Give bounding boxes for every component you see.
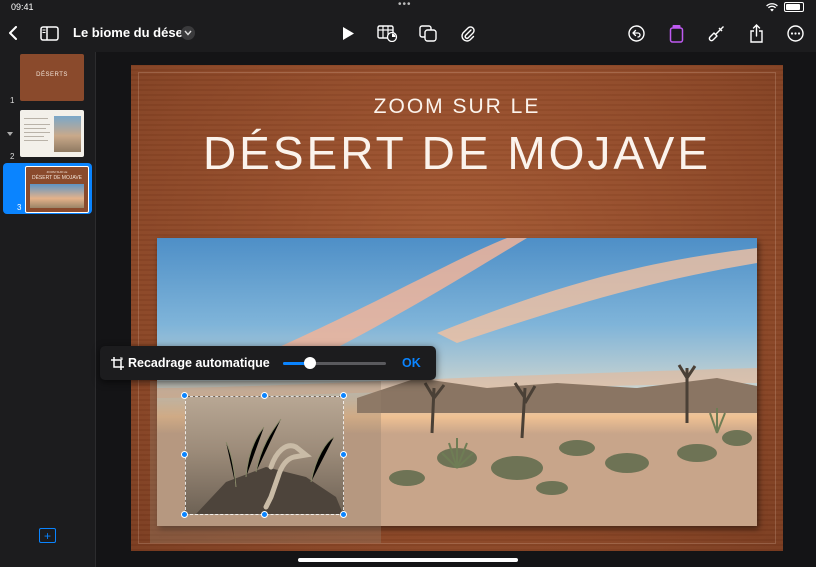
play-button[interactable] (338, 14, 358, 52)
slider-knob[interactable] (303, 357, 316, 369)
insert-table-chart-button[interactable] (375, 14, 399, 52)
home-indicator[interactable] (298, 558, 518, 562)
title-menu-button[interactable] (181, 26, 195, 40)
crop-handle[interactable] (340, 511, 347, 518)
lizard-scene (196, 418, 343, 514)
crop-handle[interactable] (181, 511, 188, 518)
back-button[interactable] (4, 14, 22, 52)
plus-icon: + (43, 528, 51, 543)
crop-handle[interactable] (181, 451, 188, 458)
undo-button[interactable] (626, 14, 646, 52)
slide-subtitle[interactable]: ZOOM SUR LE (131, 95, 783, 119)
toolbar: Le biome du désert (0, 14, 816, 52)
battery-icon (784, 2, 804, 12)
thumbnail-caption: DÉSERTS (36, 72, 68, 78)
slide-number: 2 (10, 152, 15, 161)
slide-thumbnail-row[interactable]: 2 (0, 109, 95, 161)
slide-number: 1 (10, 96, 15, 105)
multitasking-dots-icon[interactable]: ••• (398, 0, 412, 10)
status-bar: 09:41 ••• (0, 0, 816, 14)
crop-handle[interactable] (261, 392, 268, 399)
status-icons (766, 2, 804, 12)
shapes-icon (418, 24, 437, 42)
thumbnail-caption: DÉSERT DE MOJAVE (31, 175, 82, 181)
clock: 09:41 (11, 2, 34, 12)
insert-shape-button[interactable] (417, 14, 439, 52)
slide-number: 3 (17, 203, 22, 212)
brush-button[interactable] (706, 14, 726, 52)
slide-thumbnail-row-selected[interactable]: 3 ZOOM SUR LE DÉSERT DE MOJAVE (3, 163, 92, 214)
crop-handle[interactable] (261, 511, 268, 518)
slide-title[interactable]: DÉSERT DE MOJAVE (131, 126, 783, 180)
crop-handle[interactable] (181, 392, 188, 399)
format-button[interactable] (666, 14, 686, 52)
format-icon (669, 24, 683, 43)
insert-media-button[interactable] (458, 14, 478, 52)
lizard-photo[interactable] (185, 396, 344, 515)
auto-crop-label: Recadrage automatique (128, 356, 270, 370)
ellipsis-circle-icon (786, 24, 804, 42)
slide-navigator: 1 DÉSERTS 2 3 ZOOM SUR LE DÉSERT DE MOJA… (0, 52, 96, 567)
share-icon (749, 23, 763, 43)
crop-icon (111, 357, 124, 370)
document-title[interactable]: Le biome du désert (73, 25, 192, 40)
paperclip-icon (461, 25, 475, 42)
share-button[interactable] (746, 14, 766, 52)
ok-button[interactable]: OK (402, 356, 421, 370)
slide-thumbnail-row[interactable]: 1 DÉSERTS (0, 52, 95, 107)
thumbnail-small-caption: ZOOM SUR LE (46, 170, 68, 174)
auto-crop-bar: Recadrage automatique OK (100, 346, 436, 380)
chevron-down-icon (184, 30, 192, 36)
add-slide-button[interactable]: + (39, 528, 56, 543)
slide-thumbnail[interactable]: ZOOM SUR LE DÉSERT DE MOJAVE (25, 166, 89, 213)
table-chart-icon (376, 24, 397, 42)
undo-icon (627, 24, 645, 42)
crop-zoom-slider[interactable] (283, 357, 386, 369)
crop-handle[interactable] (340, 451, 347, 458)
wifi-icon (766, 2, 778, 11)
play-icon (342, 26, 354, 40)
chevron-left-icon (9, 26, 17, 40)
crop-handle[interactable] (340, 392, 347, 399)
sidebar-icon (39, 25, 59, 41)
more-button[interactable] (785, 14, 805, 52)
slide-thumbnail[interactable] (20, 110, 84, 157)
slide-thumbnail[interactable]: DÉSERTS (20, 54, 84, 101)
sidebar-toggle-button[interactable] (38, 14, 60, 52)
paintbrush-icon (708, 25, 724, 41)
